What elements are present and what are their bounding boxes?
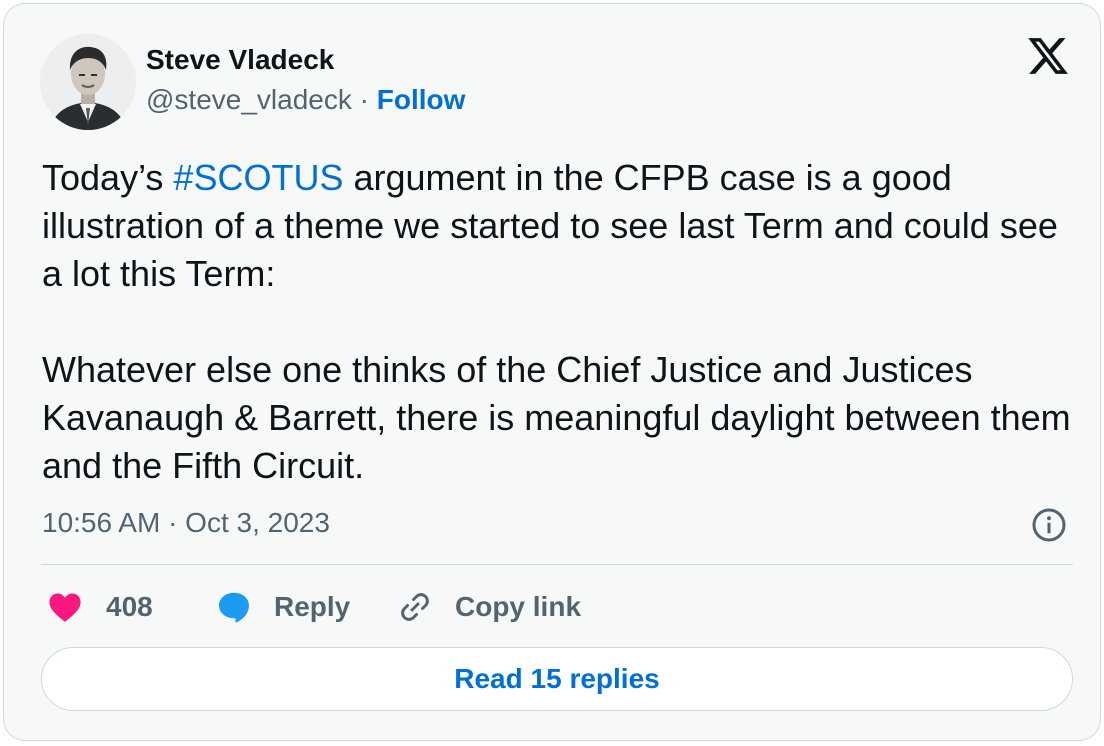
tweet-timestamp[interactable]: 10:56 AM · Oct 3, 2023	[42, 507, 330, 539]
author-name[interactable]: Steve Vladeck	[146, 44, 334, 76]
follow-button[interactable]: Follow	[377, 84, 466, 115]
tweet-text: Today’s #SCOTUS argument in the CFPB cas…	[42, 154, 1082, 490]
tweet-card: Steve Vladeck @steve_vladeck · Follow To…	[3, 3, 1101, 741]
hashtag-link[interactable]: #SCOTUS	[173, 157, 343, 198]
tweet-text-start: Today’s	[42, 157, 174, 198]
reply-label: Reply	[274, 591, 351, 622]
tweet-paragraph-2: Whatever else one thinks of the Chief Ju…	[42, 349, 1071, 486]
author-handle-row: @steve_vladeck · Follow	[146, 84, 465, 116]
handle-separator: ·	[359, 84, 369, 115]
like-button[interactable]: 408	[48, 587, 153, 627]
like-count: 408	[106, 591, 153, 622]
author-portrait	[40, 34, 136, 130]
read-replies-button[interactable]: Read 15 replies	[41, 647, 1073, 711]
reply-bubble-icon	[219, 592, 249, 623]
copy-link-label: Copy link	[455, 591, 582, 622]
divider	[41, 564, 1073, 565]
heart-icon	[49, 593, 81, 622]
copy-link-button[interactable]: Copy link	[397, 587, 581, 627]
link-icon	[401, 593, 429, 621]
avatar[interactable]	[40, 34, 136, 130]
x-logo-icon[interactable]	[1026, 34, 1070, 78]
tweet-paragraph-1: Today’s #SCOTUS argument in the CFPB cas…	[42, 154, 1082, 298]
info-icon[interactable]	[1031, 507, 1067, 543]
reply-button[interactable]: Reply	[216, 587, 350, 627]
author-handle[interactable]: @steve_vladeck	[146, 84, 352, 115]
